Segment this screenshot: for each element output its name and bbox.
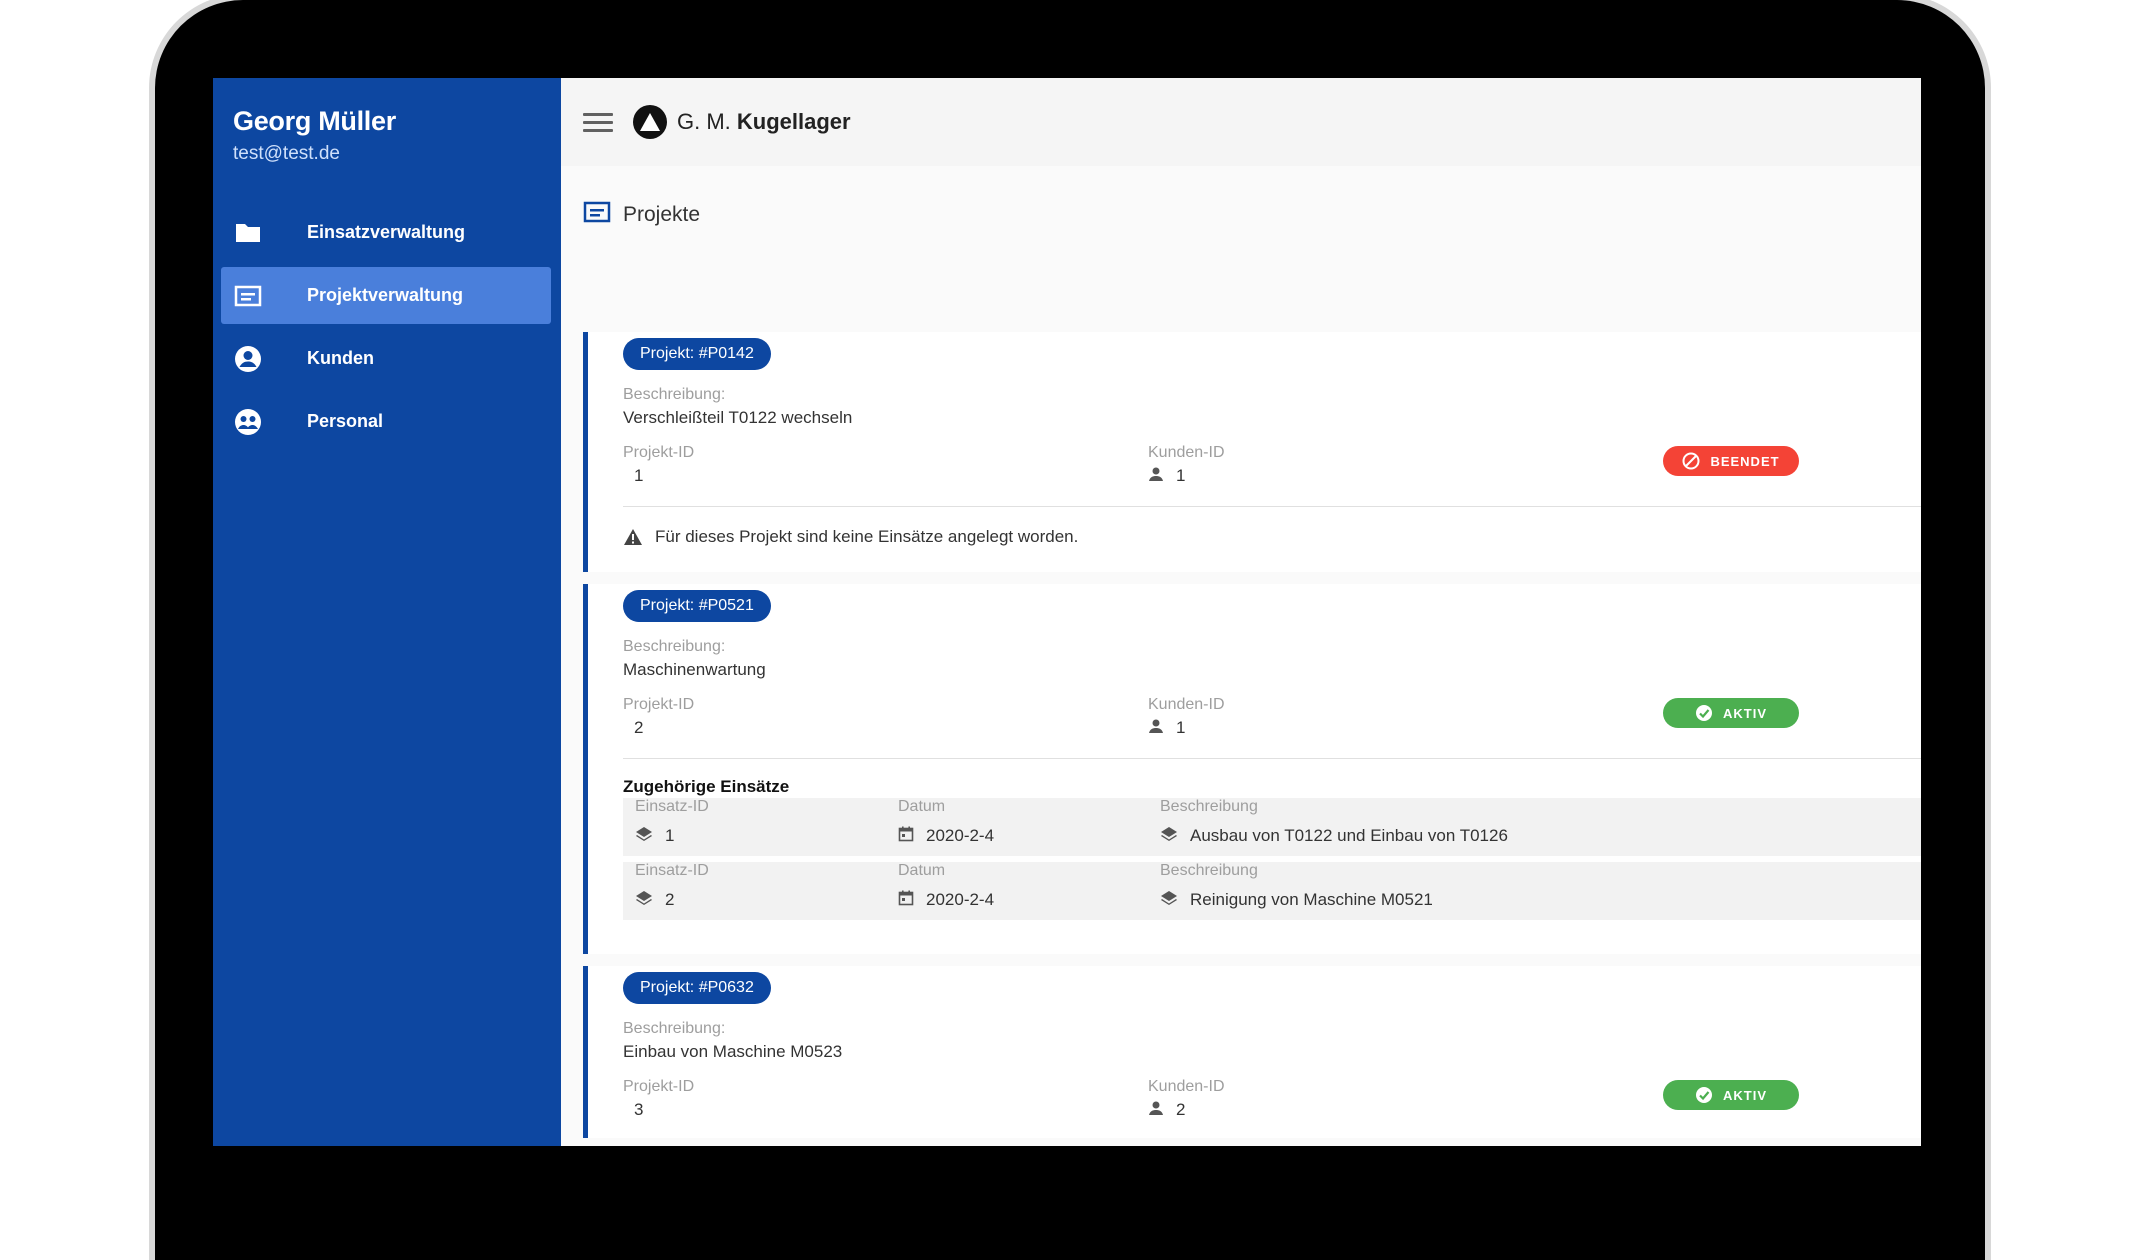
project-description: Einbau von Maschine M0523 [623, 1042, 843, 1061]
einsatz-date: 2020-2-4 [898, 826, 994, 847]
table-row[interactable]: Einsatz-ID 2 Datum 2020-2-4 Beschreibung… [623, 862, 1921, 920]
description-label: Beschreibung: [623, 638, 726, 655]
status-text: AKTIV [1723, 1087, 1767, 1103]
sidebar-item-kunden[interactable]: Kunden [221, 330, 551, 387]
person-icon [1148, 466, 1164, 487]
page-title: Projekte [583, 200, 700, 230]
project-list-icon [583, 200, 611, 230]
check-circle-icon [1696, 705, 1712, 721]
sidebar: Georg Müller test@test.de Einsatzverwalt… [213, 78, 561, 1146]
status-badge: BEENDET [1663, 446, 1799, 476]
einsatz-id: 1 [635, 826, 674, 847]
einsatz-id-value: 2 [665, 890, 675, 909]
einsatz-date: 2020-2-4 [898, 890, 994, 911]
status-text: AKTIV [1723, 705, 1767, 721]
sidebar-item-label: Kunden [307, 348, 374, 368]
einsatz-id-label: Einsatz-ID [635, 798, 709, 815]
brand-title: Kugellager [736, 109, 851, 134]
project-id-value: 2 [634, 718, 644, 737]
project-id-value: 3 [634, 1100, 644, 1119]
project-id-label: Projekt-ID [623, 1078, 695, 1095]
description-label: Beschreibung: [623, 1020, 726, 1037]
warning-text: Für dieses Projekt sind keine Einsätze a… [655, 527, 1079, 546]
customer-id: 1 [1148, 466, 1185, 487]
top-app-bar: G. M. Kugellager [561, 78, 1921, 166]
account-circle-icon [233, 344, 263, 374]
project-card: Projekt: #P0142 Beschreibung: Verschleiß… [583, 332, 1921, 572]
page-title-text: Projekte [623, 203, 701, 226]
person-icon [1148, 718, 1164, 739]
sidebar-item-personal[interactable]: Personal [221, 393, 551, 450]
project-card: Projekt: #P0632 Beschreibung: Einbau von… [583, 966, 1921, 1138]
einsatz-desc-label: Beschreibung [1160, 862, 1258, 879]
einsatz-id-value: 1 [665, 826, 675, 845]
layers-icon [1160, 826, 1178, 847]
project-id-label: Projekt-ID [623, 444, 695, 461]
customer-id-value: 1 [1176, 718, 1186, 737]
customer-id: 1 [1148, 718, 1185, 739]
brand-prefix: G. M. [677, 109, 731, 134]
einsatz-desc-value: Ausbau von T0122 und Einbau von T0126 [1190, 826, 1508, 845]
layers-icon [635, 890, 653, 911]
project-card: Projekt: #P0521 Beschreibung: Maschinenw… [583, 584, 1921, 954]
sidebar-item-label: Einsatzverwaltung [307, 222, 466, 242]
einsatz-desc-label: Beschreibung [1160, 798, 1258, 815]
layers-icon [1160, 890, 1178, 911]
person-icon [1148, 1100, 1164, 1121]
sidebar-item-label: Personal [307, 411, 384, 431]
einsatz-id: 2 [635, 890, 674, 911]
customer-id-value: 2 [1176, 1100, 1186, 1119]
brand-name: G. M. Kugellager [677, 109, 851, 135]
project-badge[interactable]: Projekt: #P0142 [623, 338, 771, 370]
user-email: test@test.de [233, 143, 340, 164]
project-id-value: 1 [634, 466, 644, 485]
einsatz-desc: Ausbau von T0122 und Einbau von T0126 [1160, 826, 1508, 847]
einsaetze-title: Zugehörige Einsätze [623, 777, 790, 796]
menu-icon[interactable] [583, 107, 613, 137]
cancel-icon [1682, 452, 1700, 470]
einsatz-desc-value: Reinigung von Maschine M0521 [1190, 890, 1433, 909]
customer-id: 2 [1148, 1100, 1185, 1121]
sidebar-item-label: Projektverwaltung [307, 285, 464, 305]
einsatz-date-value: 2020-2-4 [926, 890, 995, 909]
divider [623, 758, 1921, 759]
project-badge[interactable]: Projekt: #P0632 [623, 972, 771, 1004]
divider [623, 506, 1921, 507]
check-circle-icon [1696, 1087, 1712, 1103]
people-icon [233, 407, 263, 437]
einsatz-date-value: 2020-2-4 [926, 826, 995, 845]
status-badge: AKTIV [1663, 698, 1799, 728]
main-content: Projekte Projekt: #P0142 Beschreibung: V… [561, 166, 1921, 1146]
user-name: Georg Müller [233, 106, 396, 136]
customer-id-label: Kunden-ID [1148, 444, 1225, 461]
description-label: Beschreibung: [623, 386, 726, 403]
einsatz-id-label: Einsatz-ID [635, 862, 709, 879]
customer-id-label: Kunden-ID [1148, 696, 1225, 713]
layers-icon [635, 826, 653, 847]
project-id-label: Projekt-ID [623, 696, 695, 713]
sidebar-item-projektverwaltung[interactable]: Projektverwaltung [221, 267, 551, 324]
calendar-icon [898, 826, 914, 847]
warning-icon [624, 529, 642, 545]
project-description: Maschinenwartung [623, 660, 766, 679]
no-einsaetze-warning: Für dieses Projekt sind keine Einsätze a… [623, 527, 1078, 547]
status-badge: AKTIV [1663, 1080, 1799, 1110]
project-badge[interactable]: Projekt: #P0521 [623, 590, 771, 622]
table-row[interactable]: Einsatz-ID 1 Datum 2020-2-4 Beschreibung… [623, 798, 1921, 856]
date-label: Datum [898, 798, 946, 815]
customer-id-label: Kunden-ID [1148, 1078, 1225, 1095]
app-screen: Georg Müller test@test.de Einsatzverwalt… [213, 78, 1921, 1146]
status-text: BEENDET [1710, 453, 1780, 469]
date-label: Datum [898, 862, 946, 879]
project-description: Verschleißteil T0122 wechseln [623, 408, 853, 427]
brand-logo-icon [633, 105, 667, 139]
sidebar-item-einsatzverwaltung[interactable]: Einsatzverwaltung [221, 204, 551, 261]
folder-icon [233, 218, 263, 248]
einsatz-desc: Reinigung von Maschine M0521 [1160, 890, 1433, 911]
customer-id-value: 1 [1176, 466, 1186, 485]
project-list-icon [233, 281, 263, 311]
calendar-icon [898, 890, 914, 911]
